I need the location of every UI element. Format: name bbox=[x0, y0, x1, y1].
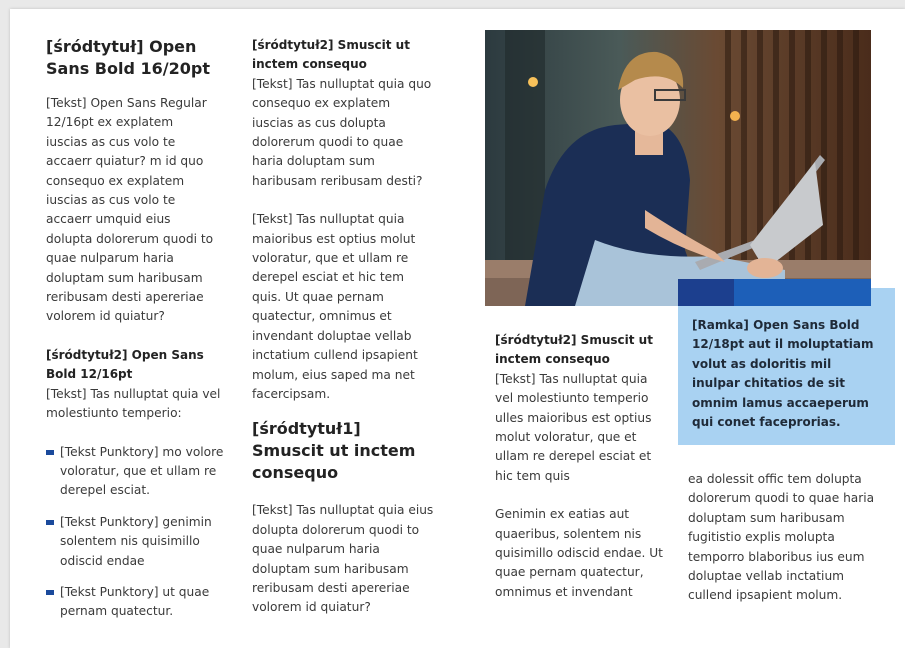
section-heading: [śródtytuł1] Smuscit ut inctem consequo bbox=[252, 419, 416, 483]
body-text: [Tekst] Tas nulluptat quia eius dolupta … bbox=[252, 503, 434, 615]
accent-bar-dark bbox=[678, 279, 734, 306]
hero-photo bbox=[485, 30, 871, 306]
body-text: [Tekst] Tas nulluptat quia maioribus est… bbox=[252, 212, 418, 401]
body-text: [Tekst] Tas nulluptat quia quo consequo … bbox=[252, 76, 432, 188]
body-text: [Tekst] Tas nulluptat quia vel molestiun… bbox=[46, 386, 221, 421]
bullet-text: [Tekst Punktory] mo volore voloratur, qu… bbox=[60, 444, 224, 498]
bullet-text: [Tekst Punktory] ut quae pernam quatectu… bbox=[60, 584, 210, 619]
subheading: [śródtytuł2] Smuscit ut inctem consequo bbox=[495, 333, 653, 367]
bullet-marker bbox=[46, 519, 54, 525]
column-4: ea dolessit offic tem dolupta dolorerum … bbox=[688, 470, 884, 606]
bullet-marker bbox=[46, 589, 54, 595]
subheading: [śródtytuł2] Open Sans Bold 12/16pt bbox=[46, 347, 204, 382]
body-text: [Tekst] Tas nulluptat quia vel molestiun… bbox=[495, 371, 652, 483]
bullet-item: [Tekst Punktory] ut quae pernam quatectu… bbox=[46, 583, 226, 622]
callout-text: [Ramka] Open Sans Bold 12/18pt aut il mo… bbox=[692, 318, 874, 430]
bullet-marker bbox=[46, 449, 54, 455]
body-text: [Tekst] Open Sans Regular 12/16pt ex exp… bbox=[46, 96, 214, 324]
photo-man-with-laptop bbox=[485, 30, 871, 306]
subheading: [śródtytuł2] Smuscit ut inctem consequo bbox=[252, 38, 410, 72]
bullet-item: [Tekst Punktory] genimin solentem nis qu… bbox=[46, 513, 226, 571]
column-3: [śródtytuł2] Smuscit ut inctem consequo … bbox=[495, 331, 665, 602]
column-2: [śródtytuł2] Smuscit ut inctem consequo … bbox=[252, 36, 434, 618]
body-text: Genimin ex eatias aut quaeribus, solente… bbox=[495, 507, 663, 599]
column-1: [śródtytuł] Open Sans Bold 16/20pt [Teks… bbox=[46, 36, 226, 622]
bullet-text: [Tekst Punktory] genimin solentem nis qu… bbox=[60, 514, 212, 568]
bullet-item: [Tekst Punktory] mo volore voloratur, qu… bbox=[46, 443, 226, 501]
accent-bar bbox=[734, 279, 871, 306]
section-heading: [śródtytuł] Open Sans Bold 16/20pt bbox=[46, 37, 210, 78]
body-text: ea dolessit offic tem dolupta dolorerum … bbox=[688, 472, 875, 603]
